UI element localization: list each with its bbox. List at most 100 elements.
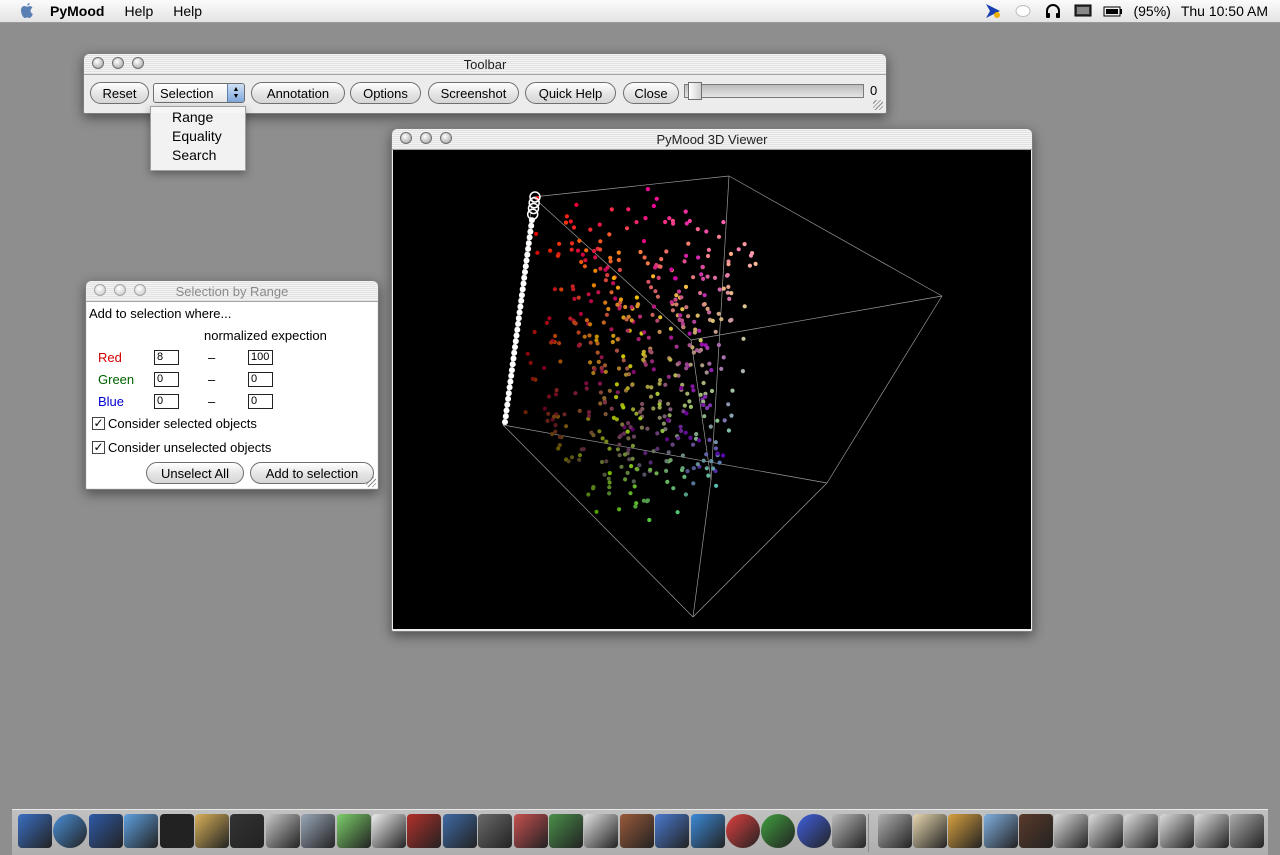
app-icon[interactable] <box>549 814 583 848</box>
doc-icon[interactable] <box>1054 814 1088 848</box>
selected-point <box>506 384 513 391</box>
red-max-field[interactable]: 100 <box>248 350 273 365</box>
color-icon[interactable] <box>726 814 760 848</box>
selection-popup-button[interactable]: Selection ▲ ▼ <box>153 83 245 103</box>
data-point <box>631 407 636 412</box>
data-point <box>682 474 687 479</box>
speech-bubble-icon[interactable] <box>1013 3 1033 19</box>
data-point <box>606 306 611 312</box>
close-button[interactable]: Close <box>623 82 679 104</box>
app-icon[interactable] <box>655 814 690 848</box>
data-point <box>569 241 575 246</box>
data-point <box>674 302 679 307</box>
close-window-button[interactable] <box>94 284 106 296</box>
data-point <box>633 504 638 509</box>
finder-icon[interactable] <box>18 814 52 848</box>
trash-icon[interactable] <box>1230 814 1264 848</box>
doc-icon[interactable] <box>1124 814 1159 848</box>
consider-selected-checkbox[interactable]: ✓ <box>92 417 105 430</box>
home-icon[interactable] <box>913 814 948 848</box>
red-min-field[interactable]: 8 <box>154 350 179 365</box>
printer-icon[interactable] <box>478 814 513 848</box>
display-icon[interactable] <box>1073 3 1093 19</box>
x11-icon[interactable] <box>372 814 406 848</box>
preview-icon[interactable] <box>265 814 300 848</box>
options-button[interactable]: Options <box>350 82 421 104</box>
menu-item-equality[interactable]: Equality <box>172 128 222 144</box>
slider-track[interactable] <box>684 84 864 98</box>
quick-help-button[interactable]: Quick Help <box>525 82 616 104</box>
data-point <box>631 434 637 439</box>
toolbar-titlebar[interactable]: Toolbar <box>84 54 886 75</box>
mail-icon[interactable] <box>124 814 159 848</box>
script-menu-icon[interactable] <box>983 3 1003 19</box>
slider-thumb[interactable] <box>688 82 702 100</box>
viewer-titlebar[interactable]: PyMood 3D Viewer <box>392 129 1032 150</box>
menu-item-range[interactable]: Range <box>172 109 213 125</box>
zoom-window-button[interactable] <box>132 57 144 69</box>
help-menu-2[interactable]: Help <box>173 3 202 19</box>
consider-unselected-checkbox[interactable]: ✓ <box>92 441 105 454</box>
app-icon[interactable] <box>619 814 654 848</box>
close-window-button[interactable] <box>400 132 412 144</box>
terminal-icon[interactable] <box>159 814 194 848</box>
folder-icon[interactable] <box>983 814 1018 848</box>
folder-icon[interactable] <box>1018 814 1053 848</box>
help-menu[interactable]: Help <box>124 3 153 19</box>
disk-icon[interactable] <box>878 814 912 848</box>
3d-viewport[interactable] <box>393 150 1031 629</box>
annotation-button[interactable]: Annotation <box>251 82 345 104</box>
data-point <box>742 242 747 247</box>
mplayer-icon[interactable] <box>690 814 725 848</box>
system-preferences-icon[interactable] <box>301 814 336 848</box>
close-window-button[interactable] <box>92 57 104 69</box>
consider-selected-label: Consider selected objects <box>108 416 257 431</box>
itunes-icon[interactable] <box>336 814 371 848</box>
zoom-window-button[interactable] <box>440 132 452 144</box>
data-point <box>603 369 608 374</box>
doc-icon[interactable] <box>1194 814 1229 848</box>
doc-icon[interactable] <box>1089 814 1124 848</box>
minimize-window-button[interactable] <box>112 57 124 69</box>
app-icon[interactable] <box>513 814 548 848</box>
green-min-field[interactable]: 0 <box>154 372 179 387</box>
iphoto-icon[interactable] <box>442 814 477 848</box>
app-menu[interactable]: PyMood <box>50 3 104 19</box>
unselect-all-button[interactable]: Unselect All <box>146 462 244 484</box>
data-point <box>729 291 734 296</box>
apple-menu-icon[interactable] <box>18 2 36 20</box>
add-to-selection-button[interactable]: Add to selection <box>250 462 374 484</box>
screenshot-button[interactable]: Screenshot <box>428 82 519 104</box>
blue-min-field[interactable]: 0 <box>154 394 179 409</box>
zoom-window-button[interactable] <box>134 284 146 296</box>
minimize-window-button[interactable] <box>420 132 432 144</box>
reset-button[interactable]: Reset <box>90 82 149 104</box>
toolbar-resize-grip[interactable] <box>873 100 883 110</box>
data-point <box>658 264 663 269</box>
selection-titlebar[interactable]: Selection by Range <box>86 281 378 302</box>
menubar-clock[interactable]: Thu 10:50 AM <box>1181 3 1268 19</box>
minimize-window-button[interactable] <box>114 284 126 296</box>
textedit-icon[interactable] <box>195 814 229 848</box>
battery-icon[interactable] <box>1103 3 1123 19</box>
data-point <box>645 187 650 192</box>
app-icon[interactable] <box>584 814 619 848</box>
data-point <box>645 426 650 431</box>
console-icon[interactable] <box>230 814 265 848</box>
app-icon[interactable] <box>407 814 442 848</box>
app-icon[interactable] <box>832 814 867 848</box>
blue-max-field[interactable]: 0 <box>248 394 273 409</box>
data-point <box>615 337 620 342</box>
data-point <box>664 249 669 254</box>
data-point <box>546 411 551 416</box>
doc-icon[interactable] <box>1159 814 1194 848</box>
color-icon[interactable] <box>761 814 796 848</box>
data-point <box>599 355 604 360</box>
ichat-icon[interactable] <box>88 814 123 848</box>
safari-icon[interactable] <box>53 814 88 848</box>
color-icon[interactable] <box>796 814 831 848</box>
headphones-icon[interactable] <box>1043 3 1063 19</box>
green-max-field[interactable]: 0 <box>248 372 273 387</box>
menu-item-search[interactable]: Search <box>172 147 216 163</box>
folder-icon[interactable] <box>948 814 983 848</box>
